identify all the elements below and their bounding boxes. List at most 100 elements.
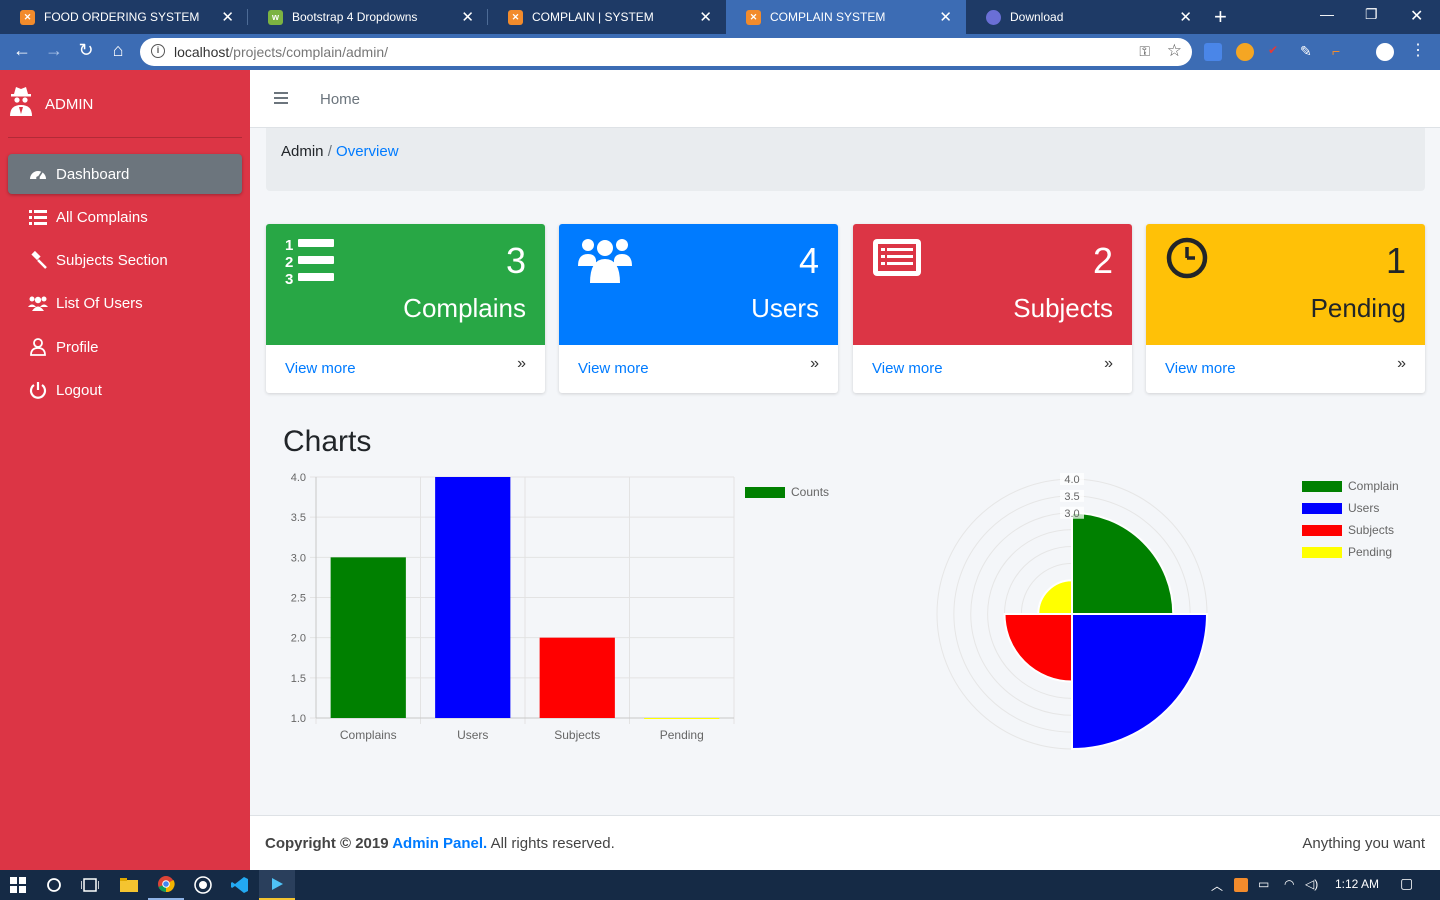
sidebar-item-profile[interactable]: Profile (8, 327, 242, 367)
view-more-link[interactable]: View more (872, 360, 943, 377)
bookmark-star-icon[interactable]: ☆ (1167, 41, 1182, 61)
sidebar-item-all-complains[interactable]: All Complains (8, 197, 242, 237)
close-icon[interactable]: ✕ (461, 8, 474, 26)
sidebar-item-list-of-users[interactable]: List Of Users (8, 283, 242, 323)
chevron-double-right-icon[interactable]: » (1104, 355, 1113, 373)
chevron-double-right-icon[interactable]: » (517, 355, 526, 373)
profile-avatar-icon[interactable] (1376, 43, 1394, 61)
view-more-link[interactable]: View more (1165, 360, 1236, 377)
search-icon[interactable] (36, 870, 72, 900)
back-icon[interactable]: ← (10, 40, 34, 61)
card-title: Subjects (1013, 293, 1113, 323)
new-tab-icon[interactable]: + (1214, 4, 1227, 30)
browser-tab-5[interactable]: Download ✕ (966, 0, 1206, 34)
key-icon[interactable]: ⚿ (1139, 43, 1150, 60)
top-navbar: Home (250, 70, 1440, 128)
browser-tab-title: COMPLAIN | SYSTEM (532, 10, 654, 24)
forward-icon[interactable]: → (42, 40, 66, 61)
svg-text:2: 2 (285, 254, 293, 271)
tray-expand-icon[interactable]: ︿ (1211, 877, 1223, 894)
task-view-icon[interactable] (72, 870, 108, 900)
legend-label: Users (1348, 501, 1379, 515)
url-host: localhost (174, 44, 230, 60)
browser-tab-2[interactable]: w Bootstrap 4 Dropdowns ✕ (248, 0, 488, 34)
xampp-icon: ✕ (508, 9, 523, 25)
browser-tabbar: ✕ FOOD ORDERING SYSTEM ✕ w Bootstrap 4 D… (0, 0, 1440, 34)
url-text[interactable]: localhost/projects/complain/admin/ (174, 44, 388, 60)
notifications-icon[interactable]: ▢ (1400, 875, 1413, 892)
sidebar-item-dashboard[interactable]: Dashboard (8, 154, 242, 194)
user-secret-icon (10, 87, 32, 116)
translate-extension-icon[interactable] (1204, 43, 1222, 61)
browser-tab-title: Bootstrap 4 Dropdowns (292, 10, 418, 24)
whatsapp-icon[interactable] (185, 870, 221, 900)
polar-segment-pending (1037, 579, 1073, 615)
file-explorer-icon[interactable] (111, 870, 147, 900)
home-link[interactable]: Home (320, 91, 360, 108)
extension-icon[interactable] (1236, 43, 1254, 61)
browser-tab-title: Download (1010, 10, 1064, 24)
list-icon (28, 208, 48, 226)
extension-icon[interactable]: ⌐ (1332, 43, 1350, 61)
windows-taskbar: ︿ ▭ ◠ ◁) 1:12 AM ▢ (0, 870, 1440, 900)
address-bar[interactable]: i localhost/projects/complain/admin/ ⚿ ☆ (140, 38, 1192, 66)
power-icon (28, 381, 48, 399)
restore-icon[interactable]: ❐ (1365, 6, 1378, 23)
sidebar-item-label: Dashboard (56, 165, 130, 183)
volume-icon[interactable]: ◁) (1305, 877, 1318, 891)
breadcrumb-root[interactable]: Admin (281, 143, 324, 160)
hamburger-menu-icon[interactable] (274, 92, 288, 107)
browser-tab-3[interactable]: ✕ COMPLAIN | SYSTEM ✕ (488, 0, 726, 34)
pen-extension-icon[interactable]: ✎ (1300, 43, 1318, 61)
admin-panel-link[interactable]: Admin Panel. (392, 835, 487, 852)
footer-copyright: Copyright © 2019 Admin Panel. All rights… (265, 835, 615, 852)
sidebar-brand[interactable]: ADMIN (8, 86, 242, 138)
chevron-double-right-icon[interactable]: » (810, 355, 819, 373)
stat-card-pending: 1 Pending View more » (1146, 224, 1425, 393)
xampp-tray-icon[interactable] (1234, 878, 1248, 892)
reload-icon[interactable]: ↻ (74, 40, 98, 61)
browser-tab-1[interactable]: ✕ FOOD ORDERING SYSTEM ✕ (0, 0, 248, 34)
breadcrumb-current[interactable]: Overview (336, 143, 399, 160)
legend-swatch (1302, 503, 1342, 514)
clock-icon (1166, 237, 1208, 279)
card-count: 1 (1385, 240, 1406, 281)
legend-label: Complain (1348, 479, 1399, 493)
close-icon[interactable]: ✕ (221, 8, 234, 26)
check-extension-icon[interactable]: ✔ (1268, 43, 1286, 61)
view-more-link[interactable]: View more (285, 360, 356, 377)
chrome-icon[interactable] (148, 870, 184, 900)
bar-subjects (539, 637, 615, 718)
menu-kebab-icon[interactable]: ⋮ (1410, 40, 1428, 59)
polar-segment-users (1071, 613, 1209, 751)
sidebar-item-subjects-section[interactable]: Subjects Section (8, 240, 242, 280)
close-icon[interactable]: ✕ (939, 8, 952, 26)
legend-swatch (1302, 525, 1342, 536)
copyright-suffix: All rights reserved. (487, 835, 615, 852)
close-icon[interactable]: ✕ (699, 8, 712, 26)
legend-swatch (745, 487, 785, 498)
minimize-icon[interactable]: — (1320, 6, 1334, 22)
window-close-icon[interactable]: ✕ (1410, 6, 1423, 26)
legend-swatch (1302, 481, 1342, 492)
chevron-double-right-icon[interactable]: » (1397, 355, 1406, 373)
wifi-icon[interactable]: ◠ (1284, 877, 1294, 891)
battery-icon[interactable]: ▭ (1258, 877, 1269, 891)
media-player-icon[interactable] (259, 870, 295, 900)
sidebar-item-label: All Complains (56, 208, 148, 226)
sidebar-item-logout[interactable]: Logout (8, 370, 242, 410)
info-icon[interactable]: i (151, 44, 165, 58)
clock-time[interactable]: 1:12 AM (1335, 877, 1379, 891)
browser-tab-4[interactable]: ✕ COMPLAIN SYSTEM ✕ (726, 0, 966, 34)
polar-tick-label: 4.0 (1064, 474, 1079, 486)
card-header: 2 Subjects (853, 224, 1132, 345)
windows-start-icon[interactable] (0, 870, 36, 900)
close-icon[interactable]: ✕ (1179, 8, 1192, 26)
vscode-icon[interactable] (222, 870, 258, 900)
legend-swatch (1302, 547, 1342, 558)
bar-complains (330, 557, 406, 718)
home-icon[interactable]: ⌂ (106, 40, 130, 61)
view-more-link[interactable]: View more (578, 360, 649, 377)
browser-tab-title: FOOD ORDERING SYSTEM (44, 10, 200, 24)
y-tick-label: 4.0 (291, 472, 306, 484)
